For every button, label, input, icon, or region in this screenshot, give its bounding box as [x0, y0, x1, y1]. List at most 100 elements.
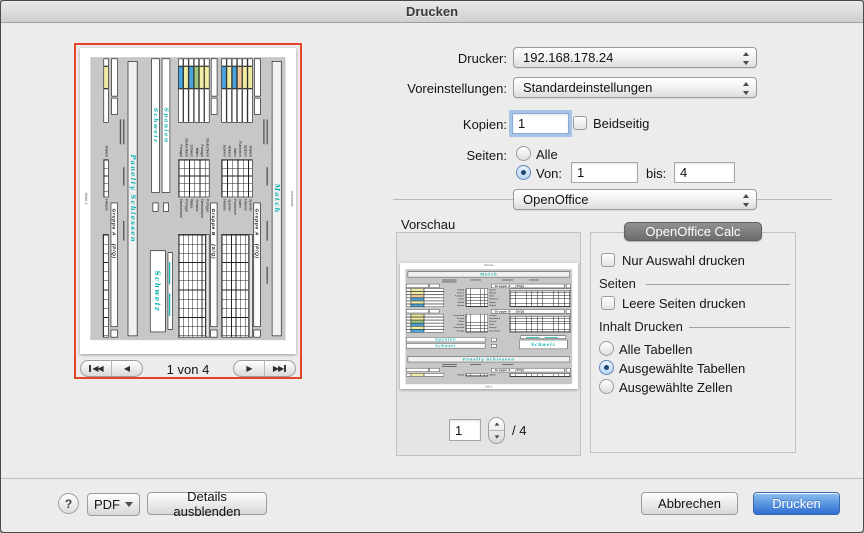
preview-penalty-title: Panelty Schiessen [463, 357, 515, 361]
next-page-icon: ▶ [246, 364, 251, 373]
preview-art-shape [183, 58, 188, 66]
preview-art-shape [510, 316, 571, 332]
preview-art-shape [237, 66, 242, 88]
preview-art-shape [227, 89, 232, 123]
preview-art-shape [242, 89, 247, 123]
preview-winner-box: Schweiz [150, 250, 166, 332]
next-page-button[interactable]: ▶ [234, 361, 264, 376]
preview-art-shape [178, 66, 183, 88]
pager-status: 1 von 4 [153, 362, 223, 377]
stepper-down-icon[interactable] [489, 431, 504, 443]
footer-divider [1, 478, 864, 479]
preview-page-input[interactable] [449, 419, 481, 441]
preview-winner-header [168, 252, 173, 329]
preview-art-shape [545, 337, 558, 338]
preview-art-shape [491, 338, 496, 341]
preview-art-shape [237, 58, 242, 66]
chevron-down-icon [125, 502, 133, 507]
first-page-bar-icon [89, 365, 91, 372]
preview-page-content: MatchGruppe A (P/Q)Holland Spanien Frank… [90, 57, 285, 340]
printer-select[interactable]: 192.168.178.24 [513, 47, 757, 68]
preview-art-shape [406, 284, 428, 288]
previous-page-button[interactable]: ◀ [111, 361, 141, 376]
preview-panel: VorrundeSeite 1MatchGruppe A (P/Q)Hollan… [396, 232, 581, 456]
copies-input[interactable] [512, 113, 569, 134]
preview-art-shape [211, 58, 218, 96]
hide-details-button[interactable]: Details ausblenden [147, 492, 267, 515]
preview-team-names: Holland [444, 373, 464, 376]
preview-team-names: Deutschland Portugal Wales Schweiz Deuts… [444, 314, 464, 333]
cancel-button[interactable]: Abbrechen [641, 492, 738, 515]
selected-tables-radio[interactable] [599, 360, 614, 375]
preview-art-shape [211, 98, 218, 115]
pages-section-label: Seiten [599, 276, 636, 291]
preview-team-names: Spanien Holland Italien Frankreich Spani… [489, 288, 508, 307]
preview-art-shape [267, 267, 268, 284]
preview-art-shape [210, 330, 217, 338]
preview-winner-header [520, 336, 566, 339]
preview-art-shape [424, 304, 444, 307]
pages-all-radio[interactable] [516, 146, 531, 161]
preview-penalty-banner: Panelty Schiessen [408, 356, 570, 362]
preview-art-shape [123, 167, 124, 185]
preview-art-shape [442, 280, 457, 281]
preview-art-shape [153, 203, 159, 212]
preview-art-shape [566, 368, 571, 372]
blank-pages-label: Leere Seiten drucken [622, 296, 746, 311]
preview-art-shape [491, 344, 496, 347]
selection-only-checkbox[interactable] [601, 253, 615, 267]
pdf-menu-button[interactable]: PDF [87, 493, 140, 516]
help-button[interactable]: ? [58, 493, 79, 514]
print-dialog: Drucken VorrundeSeite 1MatchGruppe A (P/… [0, 0, 864, 533]
previous-page-icon: ◀ [124, 364, 129, 373]
preview-art-shape [227, 58, 232, 66]
stepper-up-icon[interactable] [489, 418, 504, 431]
pages-from-radio[interactable] [516, 165, 531, 180]
preview-penalty-title: Panelty Schiessen [129, 155, 136, 243]
selected-cells-label: Ausgewählte Zellen [619, 380, 732, 395]
last-page-button[interactable]: ▶▶ [264, 361, 294, 376]
preview-art-shape [206, 234, 210, 337]
preview-art-shape [178, 58, 183, 66]
preview-team-names: Holland [489, 373, 508, 376]
all-tables-label: Alle Tabellen [619, 342, 692, 357]
preview-team-names: Portugal Deutschland Schweiz Wales Portu… [178, 199, 209, 232]
preview-team-names: Portugal Deutschland Schweiz Wales Portu… [489, 314, 508, 333]
preview-art-shape [442, 366, 457, 367]
preview-art-shape [411, 304, 424, 307]
popup-stepper-icon [741, 82, 750, 95]
printer-value: 192.168.178.24 [523, 50, 613, 65]
preview-art-shape [169, 294, 170, 316]
presets-value: Standardeinstellungen [523, 80, 652, 95]
preview-art-shape [470, 364, 481, 365]
preview-group-header: Gruppe B (S/Q) [210, 203, 217, 327]
app-options-select[interactable]: OpenOffice [513, 189, 757, 210]
preview-art-shape [232, 58, 237, 66]
last-page-icon: ▶▶ [273, 364, 283, 373]
all-tables-radio[interactable] [599, 341, 614, 356]
selected-cells-radio[interactable] [599, 379, 614, 394]
preview-art-shape [111, 330, 118, 338]
page-to-input[interactable] [674, 162, 735, 183]
first-page-button[interactable]: ◀◀ [81, 361, 111, 376]
preview-art-shape [406, 368, 428, 372]
blank-pages-checkbox[interactable] [601, 296, 615, 310]
pages-section-line [646, 284, 790, 285]
preview-art-shape [267, 119, 268, 144]
preview-page-stepper[interactable] [488, 417, 505, 444]
preview-art-shape [123, 119, 124, 144]
preview-art-shape [254, 58, 261, 96]
page-from-input[interactable] [571, 162, 638, 183]
preview-finalist-box: Schweiz [406, 343, 485, 348]
document-preview-frame[interactable]: VorrundeSeite 1MatchGruppe A (P/Q)Hollan… [74, 43, 302, 379]
preview-art-shape [221, 234, 249, 337]
preview-art-shape [221, 159, 252, 197]
preview-art-shape [183, 89, 188, 123]
preview-art-shape [111, 98, 118, 115]
preview-team-names: Holland [103, 123, 108, 157]
duplex-checkbox[interactable] [573, 116, 587, 130]
presets-select[interactable]: Standardeinstellungen [513, 77, 757, 98]
preview-art-shape [466, 373, 488, 376]
print-button[interactable]: Drucken [753, 492, 840, 515]
preview-page-content: MatchGruppe A (P/Q)Holland Spanien Frank… [405, 269, 572, 384]
